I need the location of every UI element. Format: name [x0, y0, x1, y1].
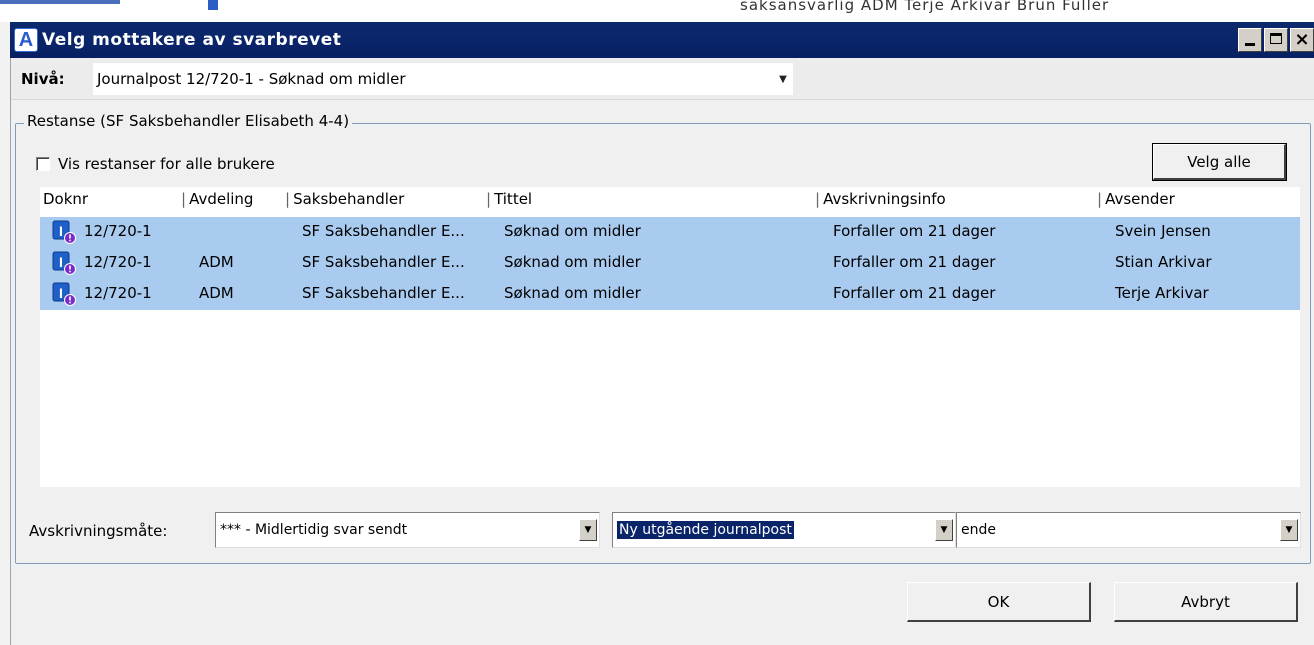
- avskrivningsmaate-select[interactable]: *** - Midlertidig svar sendt ▼: [215, 512, 600, 548]
- table-row[interactable]: I 12/720-1 SF Saksbehandler E... Søknad …: [40, 217, 1300, 248]
- table-row[interactable]: I 12/720-1 ADM SF Saksbehandler E... Søk…: [40, 248, 1300, 279]
- column-header-avdeling[interactable]: Avdeling: [181, 190, 253, 208]
- cell-avskrivningsinfo: Forfaller om 21 dager: [833, 284, 996, 302]
- cell-doknr: 12/720-1: [84, 284, 152, 302]
- list-rows: I 12/720-1 SF Saksbehandler E... Søknad …: [40, 217, 1300, 310]
- cell-tittel: Søknad om midler: [504, 253, 641, 271]
- maximize-icon: [1270, 33, 1282, 44]
- background-accent-square: [208, 0, 218, 10]
- level-select-value: Journalpost 12/720-1 - Søknad om midler: [97, 70, 406, 88]
- incoming-document-icon: I: [52, 220, 76, 244]
- cell-avdeling: ADM: [199, 284, 234, 302]
- list-header: Doknr Avdeling Saksbehandler Tittel Avsk…: [40, 187, 1300, 211]
- chevron-down-icon[interactable]: ▼: [935, 519, 953, 541]
- minimize-button[interactable]: [1238, 28, 1262, 52]
- cell-avsender: Svein Jensen: [1115, 222, 1211, 240]
- journalpost-type-value: Ny utgående journalpost: [617, 521, 794, 539]
- avskrivningsmaate-label: Avskrivningsmåte:: [29, 522, 168, 540]
- cell-tittel: Søknad om midler: [504, 222, 641, 240]
- chevron-down-icon[interactable]: ▼: [1280, 519, 1298, 541]
- cell-avskrivningsinfo: Forfaller om 21 dager: [833, 253, 996, 271]
- avskrivningsmaate-value: *** - Midlertidig svar sendt: [220, 522, 408, 538]
- incoming-document-icon: I: [52, 251, 76, 275]
- dialog-body: Nivå: Journalpost 12/720-1 - Søknad om m…: [10, 58, 1314, 645]
- minimize-icon: [1245, 43, 1255, 46]
- window-controls: ×: [1238, 28, 1314, 52]
- show-all-users-label[interactable]: Vis restanser for alle brukere: [58, 155, 275, 173]
- maximize-button[interactable]: [1264, 28, 1288, 52]
- third-select-value: ende: [961, 522, 996, 538]
- restanse-group-legend: Restanse (SF Saksbehandler Elisabeth 4-4…: [24, 112, 353, 130]
- chevron-down-icon[interactable]: ▼: [579, 519, 597, 541]
- level-select[interactable]: Journalpost 12/720-1 - Søknad om midler …: [93, 63, 793, 95]
- cell-saksbehandler: SF Saksbehandler E...: [302, 253, 465, 271]
- column-header-avskrivningsinfo[interactable]: Avskrivningsinfo: [815, 190, 946, 208]
- cancel-button[interactable]: Avbryt: [1114, 582, 1298, 622]
- show-all-users-checkbox[interactable]: [36, 157, 50, 171]
- cell-saksbehandler: SF Saksbehandler E...: [302, 284, 465, 302]
- app-logo-icon: A: [14, 28, 38, 52]
- svg-text:I: I: [59, 285, 63, 301]
- column-header-tittel[interactable]: Tittel: [486, 190, 532, 208]
- svg-text:I: I: [59, 223, 63, 239]
- incoming-document-icon: I: [52, 282, 76, 306]
- level-label: Nivå:: [21, 69, 65, 88]
- level-row: Nivå: Journalpost 12/720-1 - Søknad om m…: [11, 58, 1314, 100]
- cell-doknr: 12/720-1: [84, 253, 152, 271]
- background-window-strip: saksansvarlig ADM Terje Arkivar Brun Ful…: [0, 0, 1314, 22]
- cell-avsender: Terje Arkivar: [1115, 284, 1209, 302]
- column-header-doknr[interactable]: Doknr: [43, 190, 88, 208]
- restanse-group: Restanse (SF Saksbehandler Elisabeth 4-4…: [15, 112, 1311, 564]
- select-all-button[interactable]: Velg alle: [1152, 143, 1287, 181]
- ok-button[interactable]: OK: [907, 582, 1091, 622]
- cell-tittel: Søknad om midler: [504, 284, 641, 302]
- cell-avskrivningsinfo: Forfaller om 21 dager: [833, 222, 996, 240]
- cell-avdeling: ADM: [199, 253, 234, 271]
- background-accent-bar: [0, 0, 120, 4]
- column-header-saksbehandler[interactable]: Saksbehandler: [285, 190, 404, 208]
- table-row[interactable]: I 12/720-1 ADM SF Saksbehandler E... Søk…: [40, 279, 1300, 310]
- dialog-titlebar[interactable]: A Velg mottakere av svarbrevet ×: [10, 22, 1314, 58]
- chevron-down-icon[interactable]: ▼: [773, 74, 793, 85]
- third-select[interactable]: ende ▼: [956, 512, 1301, 548]
- cell-saksbehandler: SF Saksbehandler E...: [302, 222, 465, 240]
- dialog-title: Velg mottakere av svarbrevet: [42, 30, 342, 50]
- close-button[interactable]: ×: [1290, 28, 1314, 52]
- close-icon: ×: [1294, 29, 1310, 50]
- column-header-avsender[interactable]: Avsender: [1097, 190, 1175, 208]
- restanse-list[interactable]: Doknr Avdeling Saksbehandler Tittel Avsk…: [40, 187, 1300, 487]
- show-all-users-row[interactable]: Vis restanser for alle brukere: [36, 155, 275, 173]
- svg-text:I: I: [59, 254, 63, 270]
- background-window-text: saksansvarlig ADM Terje Arkivar Brun Ful…: [740, 0, 1110, 14]
- cell-doknr: 12/720-1: [84, 222, 152, 240]
- journalpost-type-select[interactable]: Ny utgående journalpost ▼: [612, 512, 956, 548]
- cell-avsender: Stian Arkivar: [1115, 253, 1212, 271]
